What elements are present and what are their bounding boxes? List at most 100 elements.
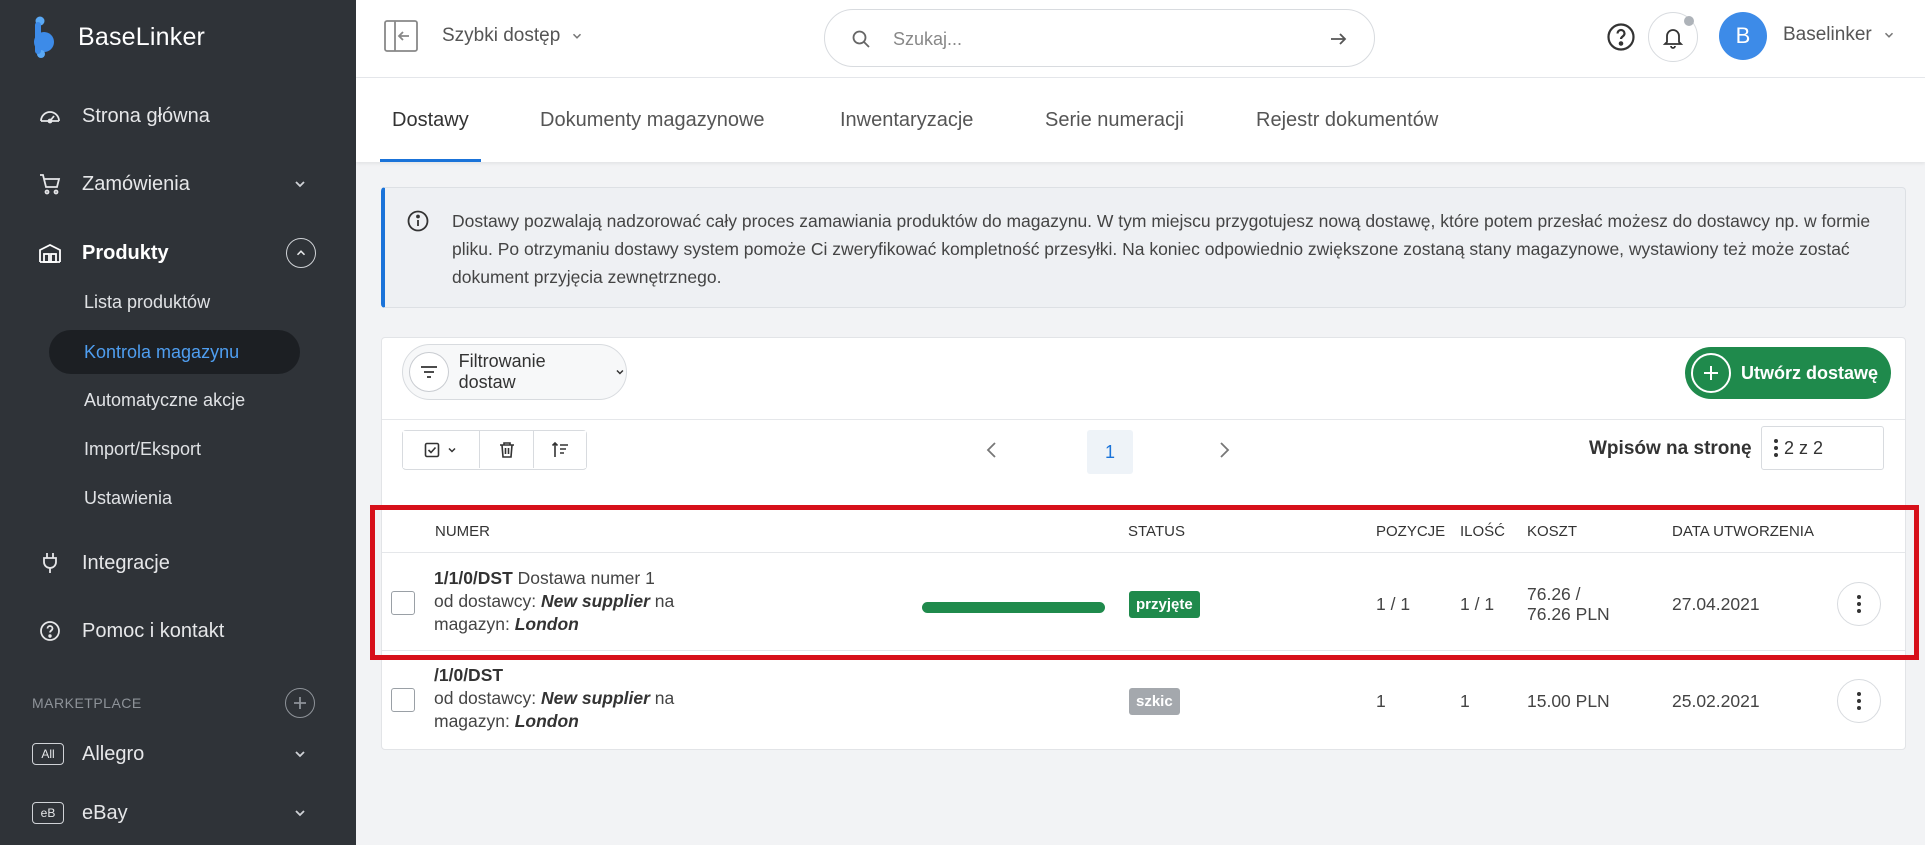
- sidebar-item-allegro[interactable]: All Allegro: [0, 734, 356, 774]
- chevron-down-icon: [616, 369, 624, 375]
- search-bar: [824, 9, 1375, 67]
- chevron-down-icon: [295, 181, 305, 188]
- quick-access-dropdown[interactable]: Szybki dostęp: [442, 25, 584, 47]
- supplier-prefix: od dostawcy:: [434, 591, 541, 611]
- sidebar-toggle-icon[interactable]: [384, 20, 418, 52]
- column-header-status[interactable]: STATUS: [1128, 523, 1185, 540]
- bulk-toolbar: [402, 430, 587, 470]
- cart-icon: [38, 172, 62, 196]
- plus-circle-icon: [1691, 353, 1731, 393]
- sidebar-item-ebay[interactable]: eB eBay: [0, 793, 356, 833]
- trash-icon: [499, 441, 514, 458]
- arrow-right-icon[interactable]: [1328, 29, 1348, 49]
- sidebar-item-label: Allegro: [82, 742, 145, 765]
- sidebar-subitem-import-export[interactable]: Import/Eksport: [49, 427, 300, 471]
- tab-deliveries[interactable]: Dostawy: [380, 78, 481, 162]
- page-button[interactable]: 1: [1087, 430, 1133, 474]
- chevron-up-icon: [296, 250, 306, 256]
- table-row[interactable]: 1/1/0/DST Dostawa numer 1 od dostawcy: N…: [382, 554, 1905, 651]
- user-menu[interactable]: Baselinker: [1783, 24, 1896, 46]
- collapse-button[interactable]: [286, 238, 316, 268]
- sidebar-subitem-settings[interactable]: Ustawienia: [49, 476, 300, 520]
- info-text: Dostawy pozwalają nadzorować cały proces…: [452, 211, 1871, 287]
- help-icon: [38, 619, 62, 643]
- cost-line-1: 76.26 /: [1527, 584, 1581, 604]
- sidebar-item-home[interactable]: Strona główna: [0, 96, 356, 136]
- chevron-down-icon: [1884, 32, 1893, 38]
- user-name-label: Baselinker: [1783, 24, 1872, 45]
- plus-icon: [294, 697, 306, 709]
- column-header-number[interactable]: NUMER: [435, 523, 490, 540]
- sort-button[interactable]: [534, 431, 586, 468]
- sidebar-subitem-label: Automatyczne akcje: [84, 389, 246, 410]
- row-checkbox[interactable]: [391, 591, 415, 615]
- chevron-right-icon[interactable]: [1214, 440, 1234, 460]
- dashboard-icon: [38, 104, 62, 128]
- delivery-number[interactable]: 1/1/0/DST: [434, 568, 513, 588]
- tab-numbering-series[interactable]: Serie numeracji: [1045, 78, 1184, 162]
- add-marketplace-button[interactable]: [285, 688, 315, 718]
- sidebar-subitem-stock-control[interactable]: Kontrola magazynu: [49, 330, 300, 374]
- brand-logo[interactable]: BaseLinker: [32, 16, 205, 58]
- sidebar-item-products[interactable]: Produkty: [0, 233, 356, 273]
- column-header-positions[interactable]: POZYCJE: [1376, 523, 1445, 540]
- notifications-button[interactable]: [1648, 12, 1698, 62]
- tab-document-register[interactable]: Rejestr dokumentów: [1256, 78, 1438, 162]
- tab-warehouse-documents[interactable]: Dokumenty magazynowe: [540, 78, 765, 162]
- delivery-number-cell: 1/1/0/DST Dostawa numer 1 od dostawcy: N…: [434, 567, 814, 636]
- delivery-number[interactable]: /1/0/DST: [434, 665, 503, 685]
- quick-access-label: Szybki dostęp: [442, 25, 561, 46]
- sidebar-subitem-product-list[interactable]: Lista produktów: [49, 280, 300, 324]
- plug-icon: [38, 551, 62, 575]
- sidebar-item-label: Pomoc i kontakt: [82, 619, 225, 642]
- tab-inventories[interactable]: Inwentaryzacje: [840, 78, 973, 162]
- warehouse-name: London: [514, 711, 579, 731]
- kebab-icon: [1774, 439, 1778, 457]
- row-checkbox[interactable]: [391, 688, 415, 712]
- row-actions-button[interactable]: [1837, 582, 1881, 626]
- date-cell: 25.02.2021: [1672, 691, 1760, 711]
- help-circle-icon[interactable]: [1606, 22, 1636, 52]
- chevron-left-icon[interactable]: [982, 440, 1002, 460]
- delivery-name: Dostawa numer 1: [512, 568, 655, 588]
- card-divider: [382, 419, 1905, 420]
- avatar[interactable]: B: [1719, 12, 1767, 60]
- sidebar-subitem-label: Import/Eksport: [84, 438, 202, 459]
- delete-button[interactable]: [480, 431, 534, 468]
- brand-name: BaseLinker: [78, 22, 206, 51]
- per-page-label: Wpisów na stronę: [1589, 438, 1752, 459]
- notification-dot: [1684, 16, 1694, 26]
- search-icon: [852, 30, 870, 48]
- column-header-created-date[interactable]: DATA UTWORZENIA: [1672, 523, 1814, 540]
- filter-deliveries-button[interactable]: Filtrowanie dostaw: [402, 344, 627, 400]
- sidebar-item-label: Zamówienia: [82, 172, 190, 195]
- deliveries-card: Filtrowanie dostaw Utwórz dostawę 1 Wpis…: [381, 337, 1906, 750]
- sidebar-subitem-label: Ustawienia: [84, 487, 173, 508]
- row-actions-button[interactable]: [1837, 679, 1881, 723]
- sidebar-subitem-automatic-actions[interactable]: Automatyczne akcje: [49, 378, 300, 422]
- ebay-badge-icon: eB: [32, 802, 64, 824]
- allegro-badge-icon: All: [32, 743, 64, 765]
- sidebar-subitem-label: Kontrola magazynu: [84, 341, 240, 362]
- cost-line-2: 76.26 PLN: [1527, 604, 1610, 624]
- sidebar-subitem-label: Lista produktów: [84, 291, 211, 312]
- per-page-select[interactable]: 2 z 2: [1761, 426, 1884, 470]
- create-delivery-button[interactable]: Utwórz dostawę: [1685, 347, 1891, 399]
- warehouse-icon: [38, 241, 62, 265]
- warehouse-prefix: magazyn:: [434, 711, 515, 731]
- quantity-cell: 1: [1460, 691, 1470, 711]
- top-bar: Szybki dostęp B Baselinker: [356, 0, 1925, 78]
- chevron-down-icon: [295, 751, 305, 758]
- column-header-quantity[interactable]: ILOŚĆ: [1460, 523, 1505, 540]
- sidebar-item-orders[interactable]: Zamówienia: [0, 164, 356, 204]
- column-header-cost[interactable]: KOSZT: [1527, 523, 1577, 540]
- bell-icon: [1662, 29, 1684, 49]
- chevron-down-icon: [448, 447, 456, 453]
- sidebar-item-integrations[interactable]: Integracje: [0, 543, 356, 583]
- table-row[interactable]: /1/0/DST od dostawcy: New supplier na ma…: [382, 651, 1905, 748]
- sidebar-item-help[interactable]: Pomoc i kontakt: [0, 611, 356, 651]
- positions-cell: 1: [1376, 691, 1386, 711]
- cost-cell: 76.26 / 76.26 PLN: [1527, 584, 1610, 624]
- search-input[interactable]: [893, 24, 1313, 54]
- select-all-dropdown[interactable]: [403, 431, 480, 468]
